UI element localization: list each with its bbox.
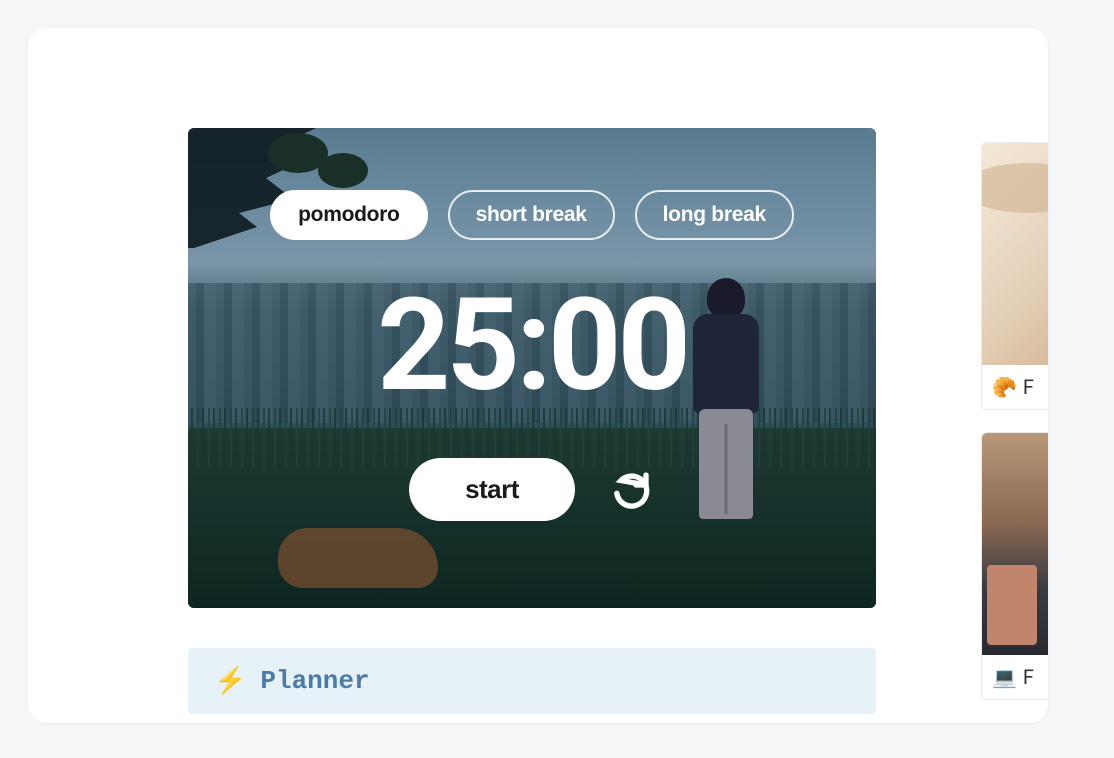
mode-tabs: pomodoro short break long break [270,190,794,240]
lightning-icon: ⚡ [214,666,246,696]
laptop-icon: 💻 [992,665,1017,689]
pomodoro-timer-widget: pomodoro short break long break 25:00 st… [188,128,876,608]
tab-short-break[interactable]: short break [448,190,615,240]
timer-display: 25:00 [377,282,687,410]
reset-icon [611,470,651,510]
sidebar-card-1-text: F [1023,375,1034,399]
sidebar-card-2-label: 💻 F [982,655,1048,699]
croissant-icon: 🥐 [992,375,1017,399]
main-card: pomodoro short break long break 25:00 st… [28,28,1048,723]
reset-button[interactable] [607,466,655,514]
timer-controls: start [409,458,655,521]
tab-pomodoro[interactable]: pomodoro [270,190,427,240]
sidebar-card-1[interactable]: 🥐 F [981,142,1048,410]
sidebar: 🥐 F 💻 F [981,142,1048,700]
start-button[interactable]: start [409,458,575,521]
sidebar-card-2-text: F [1023,665,1034,689]
sidebar-card-2-image [982,433,1048,655]
timer-content: pomodoro short break long break 25:00 st… [188,128,876,608]
planner-title: Planner [260,666,369,696]
planner-section[interactable]: ⚡ Planner [188,648,876,714]
sidebar-card-2[interactable]: 💻 F [981,432,1048,700]
tab-long-break[interactable]: long break [635,190,794,240]
sidebar-card-1-image [982,143,1048,365]
sidebar-card-1-label: 🥐 F [982,365,1048,409]
